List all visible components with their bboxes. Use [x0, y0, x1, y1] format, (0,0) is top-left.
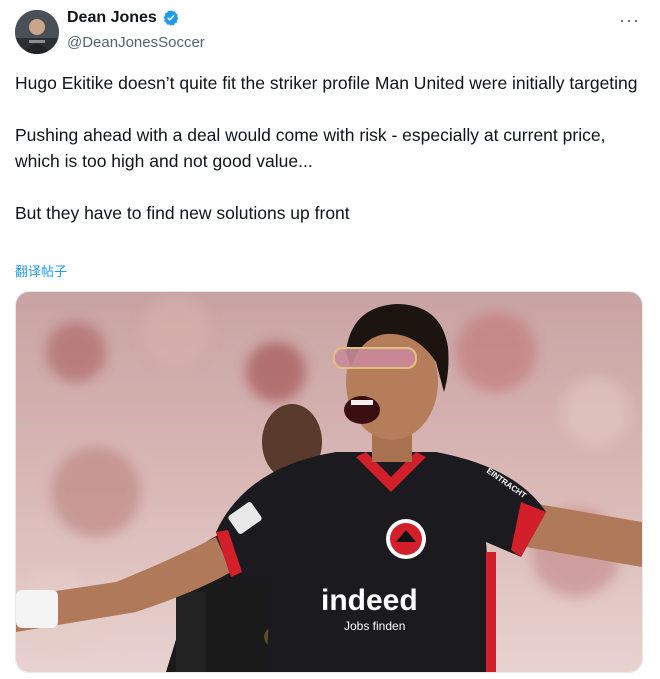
- avatar[interactable]: [15, 10, 59, 54]
- tweet-paragraph: But they have to find new solutions up f…: [15, 203, 350, 223]
- translate-post-link[interactable]: 翻译帖子: [15, 261, 67, 280]
- author-display-name[interactable]: Dean Jones: [67, 9, 157, 27]
- sponsor-logo-main: indeed: [321, 584, 418, 617]
- author-name-row: Dean Jones: [67, 9, 180, 27]
- author-handle[interactable]: @DeanJonesSoccer: [67, 34, 205, 51]
- tweet-paragraph: Pushing ahead with a deal would come wit…: [15, 125, 606, 171]
- tweet-paragraph: Hugo Ekitike doesn’t quite fit the strik…: [15, 73, 638, 93]
- tweet-media-photo[interactable]: ndeed indeed Jobs finden EINTRACHT: [15, 291, 643, 673]
- football-player-photo: ndeed indeed Jobs finden EINTRACHT: [16, 292, 642, 672]
- tweet-text: Hugo Ekitike doesn’t quite fit the strik…: [15, 70, 640, 226]
- sponsor-logo-sub: Jobs finden: [344, 619, 405, 633]
- verified-badge-icon: [163, 10, 179, 26]
- more-options-icon[interactable]: ···: [619, 10, 640, 31]
- avatar-photo: [15, 10, 59, 54]
